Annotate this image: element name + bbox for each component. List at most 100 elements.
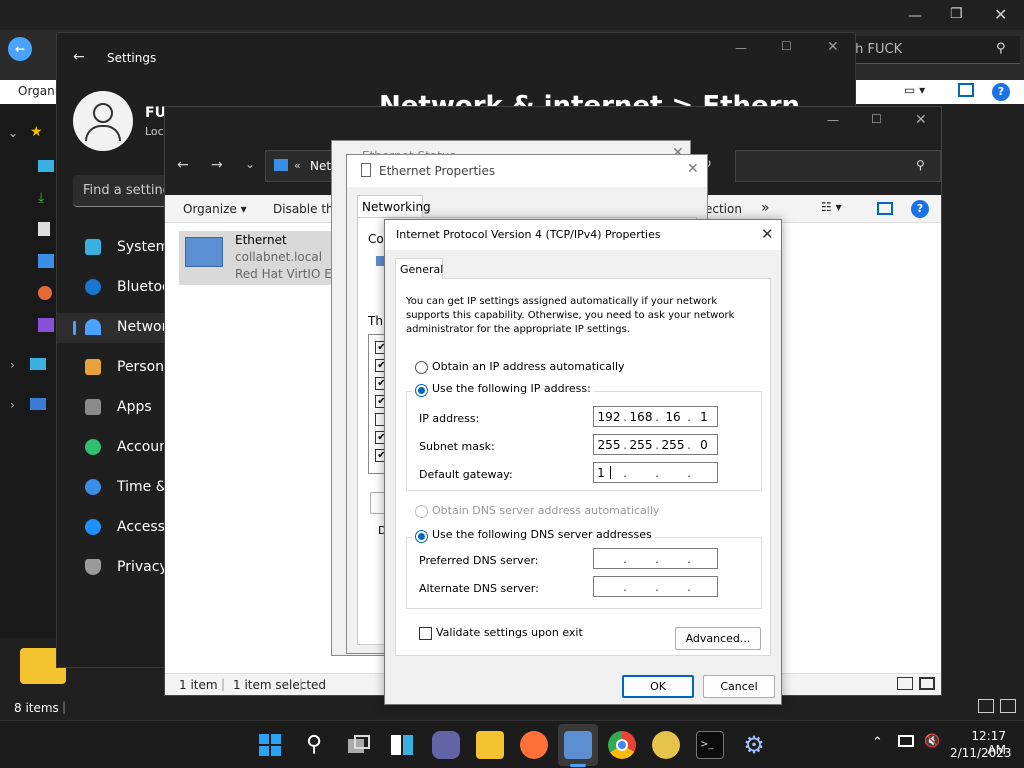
clock-date[interactable]: 2/11/2023: [950, 746, 1012, 760]
chat-icon[interactable]: [432, 731, 460, 759]
videos-icon[interactable]: [38, 318, 54, 332]
use-following-ip-radio[interactable]: [415, 384, 428, 397]
file-explorer-icon[interactable]: [476, 731, 504, 759]
close-icon[interactable]: ✕: [827, 39, 839, 55]
ethernet-connection-item[interactable]: Ethernet collabnet.local Red Hat VirtIO …: [179, 231, 335, 285]
start-icon[interactable]: [256, 731, 284, 759]
widgets-icon[interactable]: [388, 731, 416, 759]
close-icon[interactable]: ✕: [915, 112, 927, 128]
alternate-dns-field[interactable]: ...: [593, 576, 718, 597]
search-text: ch FUCK: [848, 42, 903, 57]
preferred-dns-field[interactable]: ...: [593, 548, 718, 569]
validate-settings-label[interactable]: Validate settings upon exit: [436, 626, 583, 639]
minimize-icon[interactable]: —: [908, 8, 922, 24]
close-icon[interactable]: ✕: [687, 161, 699, 177]
documents-icon[interactable]: [38, 222, 50, 236]
gear-icon[interactable]: ⚙: [740, 731, 768, 759]
download-icon[interactable]: ⤓: [38, 190, 44, 206]
subnet-mask-field[interactable]: 255. 255. 255. 0: [593, 434, 718, 455]
minimize-icon[interactable]: —: [735, 41, 747, 55]
sidebar-item-personalization[interactable]: Persona: [57, 353, 173, 383]
network-icon[interactable]: [30, 398, 46, 410]
ipv4-properties-dialog: Internet Protocol Version 4 (TCP/IPv4) P…: [384, 219, 782, 705]
explorer-search-box[interactable]: ch FUCK ⚲: [840, 36, 1020, 64]
this-pc-icon[interactable]: [30, 358, 46, 370]
chevron-up-icon[interactable]: ⌃: [872, 735, 883, 750]
more-commands-button[interactable]: »: [761, 200, 770, 216]
cancel-button[interactable]: Cancel: [703, 675, 775, 698]
sidebar-item-system[interactable]: System: [57, 233, 169, 263]
firefox-icon[interactable]: [520, 731, 548, 759]
use-dns-option[interactable]: Use the following DNS server addresses: [412, 527, 655, 543]
close-icon[interactable]: ✕: [994, 5, 1007, 24]
back-arrow-icon[interactable]: ←: [73, 49, 85, 65]
obtain-dns-auto-label[interactable]: Obtain DNS server address automatically: [432, 504, 659, 517]
preview-pane-icon[interactable]: [877, 202, 893, 215]
use-following-dns-label[interactable]: Use the following DNS server addresses: [432, 528, 652, 541]
avatar[interactable]: [73, 91, 133, 151]
network-connections-icon[interactable]: [564, 731, 592, 759]
back-arrow-icon[interactable]: ←: [177, 157, 189, 173]
back-arrow-icon[interactable]: ←: [8, 37, 32, 61]
organize-menu[interactable]: Organize ▾: [183, 202, 247, 216]
large-icons-view-icon[interactable]: [919, 677, 935, 690]
restore-icon[interactable]: ❐: [950, 6, 963, 22]
minimize-icon[interactable]: —: [827, 113, 839, 127]
network-status-icon[interactable]: [898, 735, 914, 747]
netconn-search-box[interactable]: ⚲: [735, 150, 941, 182]
sidebar-item-accounts[interactable]: Accoun: [57, 433, 168, 463]
default-gateway-field[interactable]: 1 . . .: [593, 462, 718, 483]
maximize-icon[interactable]: ☐: [871, 112, 882, 126]
maximize-icon[interactable]: ☐: [781, 39, 792, 53]
ok-button[interactable]: OK: [622, 675, 694, 698]
advanced-button[interactable]: Advanced...: [675, 627, 761, 650]
terminal-icon[interactable]: >_: [696, 731, 724, 759]
tab-networking[interactable]: Networking: [357, 195, 431, 217]
chevron-right-icon[interactable]: ›: [10, 398, 15, 412]
details-view-icon[interactable]: [897, 677, 913, 690]
star-icon[interactable]: ★: [30, 124, 43, 140]
obtain-ip-auto-label[interactable]: Obtain an IP address automatically: [432, 360, 625, 373]
sidebar-item-bluetooth[interactable]: Bluetoo: [57, 273, 171, 303]
use-following-dns-radio[interactable]: [415, 530, 428, 543]
sidebar-item-privacy[interactable]: Privacy: [57, 553, 168, 583]
music-icon[interactable]: [38, 286, 52, 300]
obtain-dns-auto-radio[interactable]: [415, 505, 428, 518]
pictures-icon[interactable]: [38, 254, 54, 268]
view-icon[interactable]: ▭ ▾: [904, 83, 925, 97]
large-icons-view-icon[interactable]: [1000, 699, 1016, 713]
obtain-ip-auto-radio[interactable]: [415, 361, 428, 374]
validate-settings-checkbox[interactable]: [419, 627, 432, 640]
details-view-icon[interactable]: [978, 699, 994, 713]
chrome-icon[interactable]: [608, 731, 636, 759]
desktop-icon[interactable]: [38, 160, 54, 172]
ip-address-group: IP address: 192. 168. 16. 1 Subnet mask:…: [406, 391, 762, 491]
search-icon[interactable]: ⚲: [300, 731, 328, 759]
control-panel-icon[interactable]: [652, 731, 680, 759]
find-setting-input[interactable]: Find a setting: [73, 175, 173, 207]
help-icon[interactable]: ?: [992, 83, 1010, 101]
task-view-icon[interactable]: [344, 731, 372, 759]
apps-icon: [85, 399, 101, 415]
speaker-muted-icon[interactable]: 🔇: [924, 734, 940, 749]
details-pane-icon[interactable]: [958, 83, 974, 97]
rename-connection-button[interactable]: ection: [705, 202, 742, 216]
ip-address-field[interactable]: 192. 168. 16. 1: [593, 406, 718, 427]
help-icon[interactable]: ?: [911, 200, 929, 218]
sidebar-item-time-language[interactable]: Time &: [57, 473, 167, 503]
explorer-nav-pane: ⌄ ★ ⤓ › ›: [0, 104, 56, 638]
forward-arrow-icon[interactable]: →: [211, 157, 223, 173]
sidebar-item-network[interactable]: Networ: [57, 313, 167, 343]
view-options-icon[interactable]: ☷ ▾: [821, 200, 842, 214]
chevron-down-icon[interactable]: ⌄: [245, 157, 255, 171]
address-bar[interactable]: « Netw: [265, 150, 341, 182]
sidebar-item-accessibility[interactable]: Accessil: [57, 513, 173, 543]
chevron-down-icon[interactable]: ⌄: [8, 126, 18, 140]
close-icon[interactable]: ✕: [761, 225, 774, 243]
wifi-icon: [85, 319, 101, 335]
tab-general[interactable]: General: [395, 258, 443, 279]
use-following-ip-label[interactable]: Use the following IP address:: [432, 382, 591, 395]
use-ip-option[interactable]: Use the following IP address:: [412, 381, 594, 397]
chevron-right-icon[interactable]: ›: [10, 358, 15, 372]
sidebar-item-apps[interactable]: Apps: [57, 393, 165, 423]
